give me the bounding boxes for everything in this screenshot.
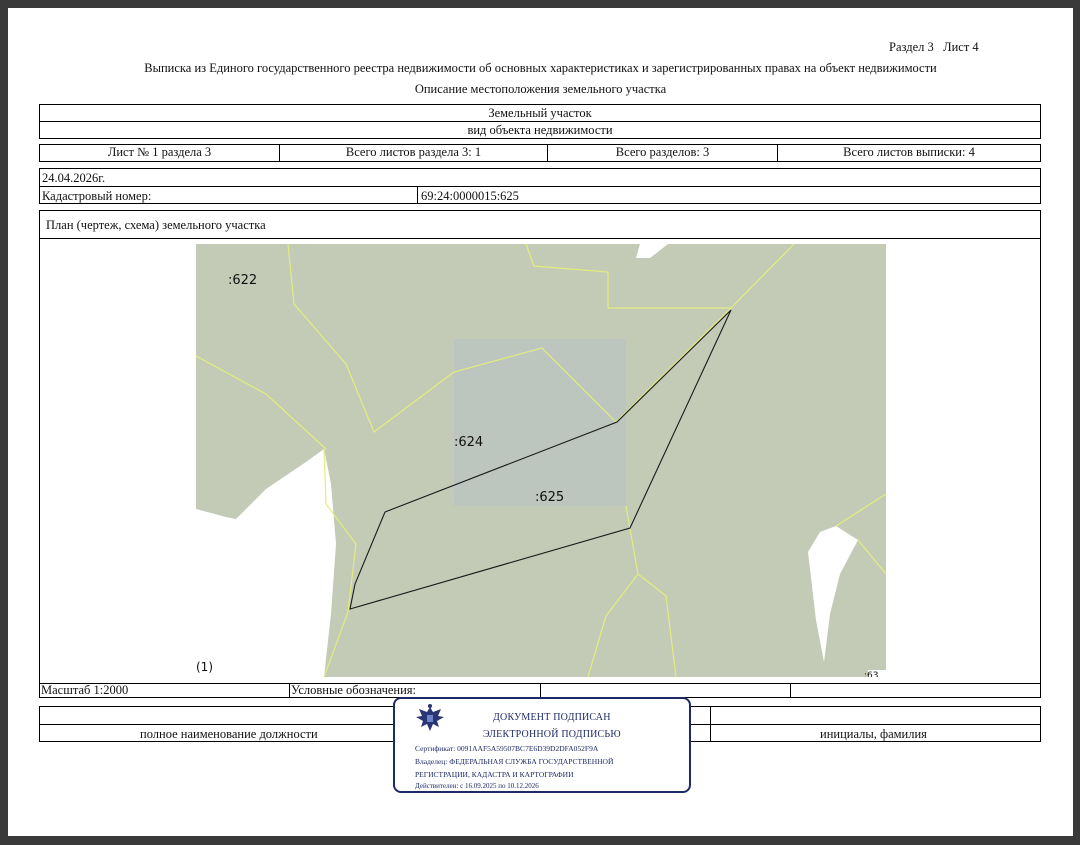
signature-validity: Действителен: с 16.09.2025 по 10.12.2026 [415,782,539,790]
parcel-label-624: :624 [454,435,484,450]
parcel-label-625: :625 [535,490,565,505]
document-title: Выписка из Единого государственного реес… [144,61,937,75]
divider [710,707,711,741]
initials-caption: инициалы, фамилия [820,727,927,741]
section-sheet-label: Раздел 3 Лист 4 [889,40,979,54]
electronic-signature-stamp: ДОКУМЕНТ ПОДПИСАН ЭЛЕКТРОННОЙ ПОДПИСЬЮ С… [393,697,691,793]
eagle-emblem-icon [416,704,444,731]
divider [40,238,1040,239]
cadastral-number-label: Кадастровый номер: [42,189,152,203]
signature-certificate: Сертификат: 0091AAF5A59507BC7E6D39D2DFA0… [415,744,599,753]
highlight-area [454,339,626,506]
signature-line-1: ДОКУМЕНТ ПОДПИСАН [493,712,611,723]
object-type-caption: вид объекта недвижимости [467,123,613,137]
position-caption: полное наименование должности [140,727,318,741]
scale-legend-row: Масштаб 1:2000 Условные обозначения: [39,683,1041,698]
total-section-sheets: Всего листов раздела 3: 1 [280,145,548,161]
identification-block: 24.04.2026г. Кадастровый номер: 69:24:00… [39,168,1041,204]
total-extract-sheets: Всего листов выписки: 4 [843,145,975,159]
plan-title: План (чертеж, схема) земельного участка [46,218,266,232]
object-type-caption-row: вид объекта недвижимости [39,121,1041,139]
land-plot-map: :622 :624 :625 (1) :63 [196,244,886,677]
extract-date: 24.04.2026г. [42,171,106,185]
scale-label: Масштаб 1:2000 [40,684,290,697]
object-type-value: Земельный участок [488,106,592,120]
total-sections: Всего разделов: 3 [548,145,778,161]
signature-line-2: ЭЛЕКТРОННОЙ ПОДПИСЬЮ [483,729,621,740]
object-type-row: Земельный участок [39,104,1041,122]
parcel-label-622: :622 [228,273,258,288]
plot-scheme [196,244,886,677]
divider [417,186,418,204]
signature-owner-line-2: РЕГИСТРАЦИИ, КАДАСТРА И КАРТОГРАФИИ [415,770,574,779]
legend-cell [541,684,791,697]
sheet-number: Лист № 1 раздела 3 [40,145,280,161]
corner-point-label: (1) [196,660,213,674]
signature-owner-line-1: Владелец: ФЕДЕРАЛЬНАЯ СЛУЖБА ГОСУДАРСТВЕ… [415,757,614,766]
cadastral-number-value: 69:24:0000015:625 [421,189,519,203]
sheets-row: Лист № 1 раздела 3 Всего листов раздела … [39,144,1041,162]
legend-cell [791,684,1040,697]
divider [40,186,1040,187]
legend-label: Условные обозначения: [290,684,541,697]
document-subtitle: Описание местоположения земельного участ… [414,82,667,96]
parcel-label-partial: :63 [864,671,879,677]
